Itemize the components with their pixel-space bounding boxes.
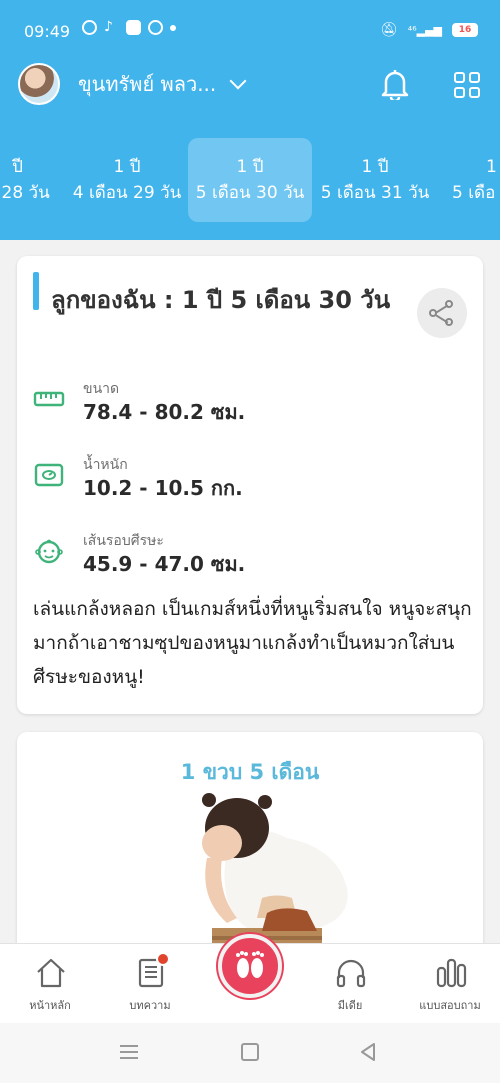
age-tab-selected[interactable]: 1 ปี 5 เดือน 30 วัน	[188, 138, 312, 222]
chevron-down-icon	[229, 72, 247, 90]
status-time: 09:49	[24, 22, 71, 41]
age-tab-days: 1 28 วัน	[0, 183, 50, 203]
age-tab-days: 4 เดือน 29 วัน	[72, 183, 182, 203]
profile-switcher[interactable]: ขุนทรัพย์ พลว...	[18, 62, 247, 106]
status-right: 🔕︎ ⁴⁶▂▄▆ 16	[380, 22, 478, 38]
nav-label: บทความ	[129, 999, 171, 1012]
age-tab[interactable]: ปี 1 28 วัน	[0, 138, 65, 222]
age-tab-days: 5 เดือน 31 วัน	[320, 183, 430, 203]
mute-icon: 🔕︎	[380, 22, 398, 38]
age-tab-years: 1 ปี	[361, 157, 389, 177]
stat-value: 45.9 - 47.0 ซม.	[83, 552, 246, 576]
status-bar: 09:49 ♪ 🔕︎ ⁴⁶▂▄▆ 16	[0, 0, 500, 60]
share-button[interactable]	[417, 288, 467, 338]
nav-media[interactable]: มีเดีย	[300, 944, 400, 1024]
nav-home[interactable]: หน้าหลัก	[0, 944, 100, 1024]
footprints-button[interactable]	[218, 934, 282, 998]
age-tab-years: 1 ปี	[113, 157, 141, 177]
child-info-card: ลูกของฉัน : 1 ปี 5 เดือน 30 วัน ขนาด 78.…	[17, 256, 483, 714]
recent-apps-icon[interactable]	[120, 1045, 138, 1059]
tiktok-icon: ♪	[104, 19, 113, 35]
bar-chart-icon	[436, 958, 467, 988]
scale-icon	[34, 463, 64, 487]
age-tab[interactable]: 1 ปี 4 เดือน 29 วัน	[68, 138, 186, 222]
age-tabs: ปี 1 28 วัน 1 ปี 4 เดือน 29 วัน 1 ปี 5 เ…	[0, 138, 500, 222]
stat-size: ขนาด 78.4 - 80.2 ซม.	[33, 378, 453, 428]
age-tab-years: 1	[486, 157, 497, 177]
status-notification-icons: ♪	[82, 20, 176, 35]
home-square-icon[interactable]	[241, 1043, 259, 1061]
profile-name: ขุนทรัพย์ พลว...	[78, 72, 217, 96]
notification-badge	[156, 952, 170, 966]
bottom-navigation: หน้าหลัก บทความ มีเดีย แบบสอบถาม	[0, 934, 500, 1024]
age-tab-days: 5 เดือน 30 วัน	[195, 183, 305, 203]
stat-value: 10.2 - 10.5 กก.	[83, 476, 243, 500]
home-icon	[37, 958, 65, 988]
battery-icon: 16	[452, 23, 478, 37]
ruler-icon	[33, 391, 65, 407]
nav-label: มีเดีย	[337, 999, 363, 1012]
menu-grid-icon[interactable]	[454, 72, 480, 98]
chrome-icon	[148, 20, 163, 35]
development-description: เล่นแกล้งหลอก เป็นเกมส์หนึ่งที่หนูเริ่มส…	[33, 598, 472, 688]
nav-label: แบบสอบถาม	[419, 999, 481, 1012]
system-navigation-bar	[0, 1023, 500, 1083]
baby-face-icon	[35, 539, 63, 564]
stat-weight: น้ำหนัก 10.2 - 10.5 กก.	[33, 454, 453, 504]
back-icon[interactable]	[358, 1041, 378, 1063]
bell-icon[interactable]	[380, 68, 410, 100]
record-icon	[82, 20, 97, 35]
age-tab-days: 5 เดือ	[452, 183, 496, 203]
toddler-photo	[202, 793, 348, 958]
avatar	[18, 63, 60, 105]
age-tab[interactable]: 1 5 เดือ	[446, 138, 500, 222]
more-dot-icon	[170, 24, 176, 31]
title-accent-bar	[33, 272, 39, 310]
network-type: ⁴⁶	[407, 23, 417, 37]
nav-survey[interactable]: แบบสอบถาม	[400, 944, 500, 1024]
age-tab[interactable]: 1 ปี 5 เดือน 31 วัน	[316, 138, 434, 222]
age-tab-years: 1 ปี	[236, 157, 264, 177]
signal-icon: ⁴⁶▂▄▆	[407, 23, 442, 37]
nav-articles[interactable]: บทความ	[100, 944, 200, 1024]
age-tab-years: ปี	[12, 157, 23, 177]
stat-value: 78.4 - 80.2 ซม.	[83, 400, 246, 424]
footprints-icon	[236, 951, 264, 978]
app-icon	[126, 20, 141, 35]
article-title: 1 ขวบ 5 เดือน	[180, 760, 320, 784]
nav-label: หน้าหลัก	[29, 999, 71, 1012]
header-area: 09:49 ♪ 🔕︎ ⁴⁶▂▄▆ 16 ขุนทรัพย์ พลว... ปี …	[0, 0, 500, 240]
card-title: ลูกของฉัน : 1 ปี 5 เดือน 30 วัน	[51, 286, 391, 314]
headphones-icon	[336, 959, 366, 988]
stat-head-circumference: เส้นรอบศีรษะ 45.9 - 47.0 ซม.	[33, 530, 453, 580]
